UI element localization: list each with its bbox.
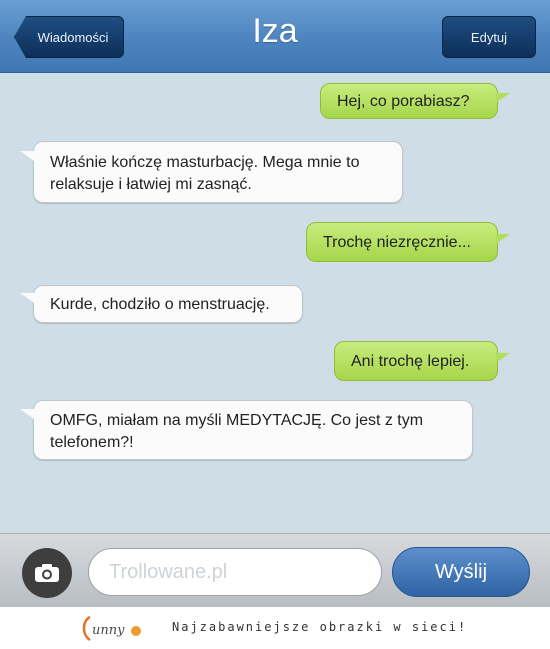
edit-button-label: Edytuj bbox=[470, 29, 508, 45]
bubble-tail bbox=[20, 293, 34, 303]
conversation: Hej, co porabiasz? Właśnie kończę mastur… bbox=[0, 73, 550, 533]
edit-button[interactable]: Edytuj bbox=[442, 16, 536, 58]
message-text: Hej, co porabiasz? bbox=[337, 93, 470, 110]
bubble-tail bbox=[496, 353, 510, 363]
compose-bar: Wyślij bbox=[0, 533, 550, 608]
message-text: Kurde, chodziło o menstruację. bbox=[50, 296, 270, 313]
send-button-label: Wyślij bbox=[434, 560, 488, 583]
bubble-tail bbox=[496, 93, 510, 103]
message-outgoing: Trochę niezręcznie... bbox=[306, 222, 498, 262]
message-text-line: telefonem?! bbox=[50, 434, 134, 451]
bubble-tail bbox=[496, 234, 510, 244]
send-button[interactable]: Wyślij bbox=[392, 547, 530, 597]
message-incoming: Właśnie kończę masturbację. Mega mnie to… bbox=[33, 141, 403, 203]
funny-logo: unny bbox=[82, 615, 141, 642]
watermark-footer: unny Najzabawniejsze obrazki w sieci! bbox=[0, 607, 550, 649]
message-input[interactable] bbox=[88, 548, 382, 596]
camera-button[interactable] bbox=[22, 548, 72, 598]
message-text-line: relaksuje i łatwiej mi zasnąć. bbox=[50, 176, 252, 193]
camera-icon bbox=[35, 564, 59, 582]
message-outgoing: Ani trochę lepiej. bbox=[334, 341, 498, 381]
bubble-tail bbox=[20, 151, 34, 161]
message-incoming: Kurde, chodziło o menstruację. bbox=[33, 285, 303, 323]
nav-bar: Wiadomości Iza Edytuj bbox=[0, 0, 550, 73]
message-outgoing: Hej, co porabiasz? bbox=[320, 83, 498, 119]
svg-text:unny: unny bbox=[92, 623, 125, 638]
bubble-tail bbox=[20, 409, 34, 419]
message-text: Trochę niezręcznie... bbox=[323, 234, 471, 251]
message-text-line: OMFG, miałam na myśli MEDYTACJĘ. Co jest… bbox=[50, 412, 424, 429]
tagline: Najzabawniejsze obrazki w sieci! bbox=[172, 620, 468, 634]
message-incoming: OMFG, miałam na myśli MEDYTACJĘ. Co jest… bbox=[33, 400, 473, 460]
message-text-line: Właśnie kończę masturbację. Mega mnie to bbox=[50, 154, 360, 171]
message-text: Ani trochę lepiej. bbox=[351, 353, 470, 370]
